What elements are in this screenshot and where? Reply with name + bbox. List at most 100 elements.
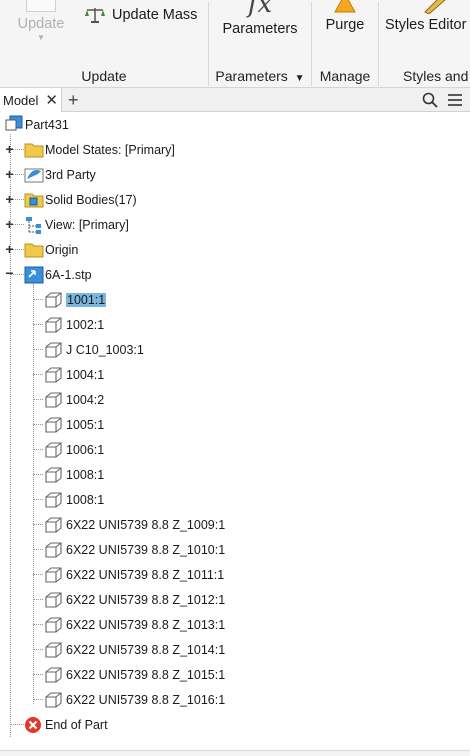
update-mass-button[interactable]: Update Mass	[84, 6, 197, 24]
tree-item-label: End of Part	[45, 717, 108, 732]
tree-guide-line	[33, 549, 43, 550]
body-wireframe-icon	[45, 667, 62, 683]
tree-child-item[interactable]: 1006:1	[0, 437, 470, 462]
tree-item-3rd-party[interactable]: + 3rd Party	[0, 162, 470, 187]
tree-child-item[interactable]: 6X22 UNI5739 8.8 Z_1009:1	[0, 512, 470, 537]
parameters-button[interactable]: fx Parameters	[209, 0, 311, 37]
purge-button[interactable]: Purge	[312, 0, 378, 33]
tree-item-view[interactable]: + View: [Primary]	[0, 212, 470, 237]
solid-bodies-folder-icon	[24, 193, 44, 208]
tree-child-label: 6X22 UNI5739 8.8 Z_1013:1	[66, 617, 226, 632]
body-wireframe-icon	[45, 342, 62, 358]
tree-child-item[interactable]: 6X22 UNI5739 8.8 Z_1014:1	[0, 637, 470, 662]
folder-icon	[24, 243, 44, 258]
model-browser-tree: Part431 + Model States: [Primary] + 3rd …	[0, 112, 470, 752]
tree-guide-line	[33, 399, 43, 400]
parameters-panel-dropdown[interactable]: Parameters ▼	[209, 68, 311, 84]
tree-child-label: 6X22 UNI5739 8.8 Z_1012:1	[66, 592, 226, 607]
panel-bottom-edge	[0, 750, 470, 756]
add-tab-icon[interactable]: +	[68, 89, 79, 111]
tree-child-item[interactable]: 1008:1	[0, 487, 470, 512]
body-wireframe-icon	[45, 692, 62, 708]
tree-guide-line	[33, 574, 43, 575]
tree-item-end-of-part[interactable]: End of Part	[0, 712, 470, 737]
tree-child-item[interactable]: 6X22 UNI5739 8.8 Z_1010:1	[0, 537, 470, 562]
tree-child-item[interactable]: 1004:2	[0, 387, 470, 412]
tree-child-label: 1008:1	[66, 492, 105, 507]
close-icon[interactable]: ✕	[45, 93, 58, 108]
fx-icon: fx	[247, 0, 273, 19]
styles-panel: Styles Editor Styles and	[379, 0, 470, 87]
tree-item-label: Origin	[45, 242, 79, 257]
tree-guide-line	[33, 499, 43, 500]
tree-child-label: 6X22 UNI5739 8.8 Z_1009:1	[66, 517, 226, 532]
purge-button-label: Purge	[325, 17, 365, 33]
tree-child-item[interactable]: J C10_1003:1	[0, 337, 470, 362]
tree-item-solid-bodies[interactable]: + Solid Bodies(17)	[0, 187, 470, 212]
tree-child-label: 1008:1	[66, 467, 105, 482]
body-wireframe-icon	[45, 467, 62, 483]
update-icon	[26, 0, 56, 12]
body-wireframe-icon	[45, 492, 62, 508]
ribbon: Update ▼ Update Mass Update fx Parameter…	[0, 0, 470, 88]
update-mass-label: Update Mass	[112, 7, 198, 23]
tree-child-label: 1002:1	[66, 317, 105, 332]
folder-icon	[24, 143, 44, 158]
body-wireframe-icon	[45, 517, 62, 533]
tree-root-label: Part431	[25, 117, 69, 132]
update-button[interactable]: Update ▼	[8, 0, 74, 42]
expand-icon[interactable]: +	[4, 167, 15, 181]
expand-icon[interactable]: +	[4, 142, 15, 156]
purge-icon	[334, 0, 356, 13]
tree-child-label: 1004:1	[66, 367, 105, 382]
tree-child-label: 1001:1	[66, 292, 107, 307]
tree-item-origin[interactable]: + Origin	[0, 237, 470, 262]
tree-child-item[interactable]: 1005:1	[0, 412, 470, 437]
body-wireframe-icon	[45, 317, 62, 333]
tree-child-item[interactable]: 6X22 UNI5739 8.8 Z_1013:1	[0, 612, 470, 637]
menu-icon[interactable]	[447, 92, 463, 108]
body-wireframe-icon	[45, 367, 62, 383]
tree-child-label: 6X22 UNI5739 8.8 Z_1014:1	[66, 642, 226, 657]
collapse-icon[interactable]: −	[4, 266, 15, 280]
parameters-panel-title: Parameters	[215, 68, 288, 84]
tab-model[interactable]: Model ✕	[0, 88, 62, 112]
tree-child-item[interactable]: 6X22 UNI5739 8.8 Z_1011:1	[0, 562, 470, 587]
tree-guide-line	[33, 374, 43, 375]
tree-child-label: 6X22 UNI5739 8.8 Z_1016:1	[66, 692, 226, 707]
browser-header: Model ✕ +	[0, 88, 470, 112]
tree-item-import[interactable]: − 6A-1.stp	[0, 262, 470, 287]
tree-child-item[interactable]: 1002:1	[0, 312, 470, 337]
tree-item-label: Solid Bodies(17)	[45, 192, 137, 207]
body-wireframe-icon	[45, 592, 62, 608]
tree-child-item[interactable]: 1004:1	[0, 362, 470, 387]
tree-child-label: 6X22 UNI5739 8.8 Z_1010:1	[66, 542, 226, 557]
parameters-panel: fx Parameters Parameters ▼	[209, 0, 311, 87]
body-wireframe-icon	[45, 292, 62, 308]
tree-child-item[interactable]: 6X22 UNI5739 8.8 Z_1016:1	[0, 687, 470, 712]
manage-panel: Purge Manage	[312, 0, 378, 87]
update-panel: Update ▼ Update Mass Update	[0, 0, 208, 87]
expand-icon[interactable]: +	[4, 192, 15, 206]
tree-guide-line	[33, 349, 43, 350]
expand-icon[interactable]: +	[4, 242, 15, 256]
styles-editor-button[interactable]: Styles Editor	[385, 0, 470, 33]
update-panel-title: Update	[81, 68, 127, 84]
search-icon[interactable]	[422, 92, 438, 108]
tree-guide-line	[33, 299, 43, 300]
tree-child-item[interactable]: 6X22 UNI5739 8.8 Z_1015:1	[0, 662, 470, 687]
tree-child-item[interactable]: 6X22 UNI5739 8.8 Z_1012:1	[0, 587, 470, 612]
tree-guide-line	[33, 599, 43, 600]
view-icon	[26, 217, 41, 234]
tree-guide-line	[33, 424, 43, 425]
styles-editor-label: Styles Editor	[385, 17, 467, 33]
expand-icon[interactable]: +	[4, 217, 15, 231]
parameters-button-label: Parameters	[222, 21, 298, 37]
tree-root[interactable]: Part431	[0, 112, 470, 137]
tree-child-label: 1005:1	[66, 417, 105, 432]
tree-child-item[interactable]: 1001:1	[0, 287, 470, 312]
imported-component-icon	[24, 266, 44, 284]
tree-child-item[interactable]: 1008:1	[0, 462, 470, 487]
tree-child-label: J C10_1003:1	[66, 342, 144, 357]
tree-item-model-states[interactable]: + Model States: [Primary]	[0, 137, 470, 162]
